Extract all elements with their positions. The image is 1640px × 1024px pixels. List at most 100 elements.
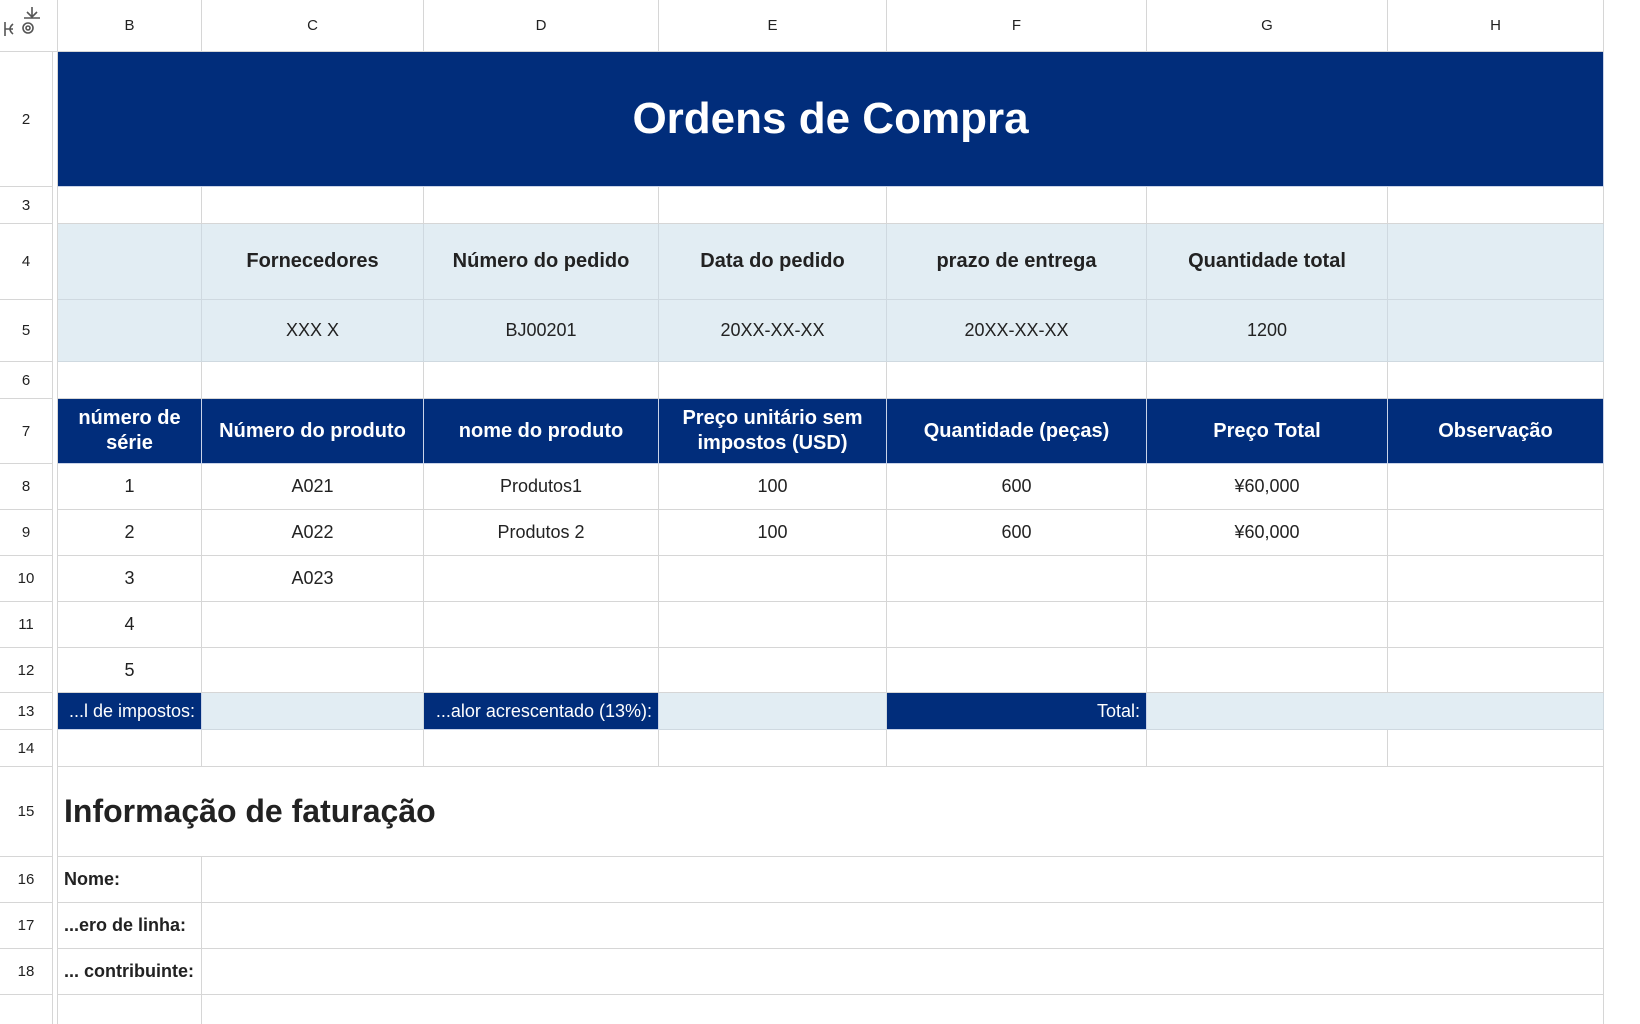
table-cell-product-number[interactable]: A021 [202,464,424,510]
table-cell-serial[interactable]: 5 [58,648,202,693]
column-header-e[interactable]: E [659,0,887,52]
row-header-9[interactable]: 9 [0,510,52,556]
summary-header-delivery-deadline[interactable]: prazo de entrega [887,224,1147,300]
column-header-c[interactable]: C [202,0,424,52]
summary-value-suppliers[interactable]: XXX X [202,300,424,362]
billing-taxpayer-label[interactable]: ... contribuinte: [58,949,202,995]
summary-header-suppliers[interactable]: Fornecedores [202,224,424,300]
cell-f14[interactable] [887,730,1147,767]
table-cell-unit-price[interactable] [659,648,887,693]
cell-d6[interactable] [424,362,659,399]
table-cell-product-number[interactable]: A022 [202,510,424,556]
row-header-2[interactable]: 2 [0,52,52,187]
summary-header-total-quantity[interactable]: Quantidade total [1147,224,1388,300]
row-header-10[interactable]: 10 [0,556,52,602]
tax-label[interactable]: ...l de impostos: [58,693,202,730]
cell-c3[interactable] [202,187,424,224]
billing-line-number-label[interactable]: ...ero de linha: [58,903,202,949]
row-header-17[interactable]: 17 [0,903,52,949]
table-cell-notes[interactable] [1388,464,1604,510]
table-cell-notes[interactable] [1388,556,1604,602]
table-cell-product-number[interactable]: A023 [202,556,424,602]
vat-label[interactable]: ...alor acrescentado (13%): [424,693,659,730]
table-cell-quantity[interactable] [887,556,1147,602]
select-all-corner[interactable] [0,0,58,52]
table-cell-unit-price[interactable]: 100 [659,464,887,510]
summary-header-order-date[interactable]: Data do pedido [659,224,887,300]
table-header-product-number[interactable]: Número do produto [202,399,424,464]
table-cell-unit-price[interactable] [659,556,887,602]
row-header-16[interactable]: 16 [0,857,52,903]
table-cell-notes[interactable] [1388,510,1604,556]
page-title[interactable]: Ordens de Compra [58,52,1604,187]
table-cell-unit-price[interactable]: 100 [659,510,887,556]
row-header-18[interactable]: 18 [0,949,52,995]
cell-h5[interactable] [1388,300,1604,362]
table-cell-serial[interactable]: 4 [58,602,202,648]
billing-name-value[interactable] [202,857,1604,903]
freeze-panes-icon[interactable] [2,4,42,44]
cell-h3[interactable] [1388,187,1604,224]
table-cell-quantity[interactable]: 600 [887,510,1147,556]
summary-value-order-number[interactable]: BJ00201 [424,300,659,362]
table-header-quantity[interactable]: Quantidade (peças) [887,399,1147,464]
summary-value-order-date[interactable]: 20XX-XX-XX [659,300,887,362]
vat-value[interactable] [659,693,887,730]
table-cell-notes[interactable] [1388,648,1604,693]
cell-h6[interactable] [1388,362,1604,399]
cell-d14[interactable] [424,730,659,767]
cell-b3[interactable] [58,187,202,224]
row-header-13[interactable]: 13 [0,693,52,730]
table-cell-product-name[interactable]: Produtos 2 [424,510,659,556]
column-header-d[interactable]: D [424,0,659,52]
cell-g3[interactable] [1147,187,1388,224]
table-header-total-price[interactable]: Preço Total [1147,399,1388,464]
table-cell-total-price[interactable] [1147,602,1388,648]
table-cell-quantity[interactable]: 600 [887,464,1147,510]
billing-taxpayer-value[interactable] [202,949,1604,995]
table-cell-unit-price[interactable] [659,602,887,648]
table-cell-serial[interactable]: 3 [58,556,202,602]
column-header-f[interactable]: F [887,0,1147,52]
billing-line-number-value[interactable] [202,903,1604,949]
row-header-14[interactable]: 14 [0,730,52,767]
cell-h14[interactable] [1388,730,1604,767]
row-header-11[interactable]: 11 [0,602,52,648]
billing-name-label[interactable]: Nome: [58,857,202,903]
table-cell-notes[interactable] [1388,602,1604,648]
cell-c6[interactable] [202,362,424,399]
table-cell-quantity[interactable] [887,602,1147,648]
row-header-4[interactable]: 4 [0,224,52,300]
cell-d3[interactable] [424,187,659,224]
tax-value[interactable] [202,693,424,730]
cell-e14[interactable] [659,730,887,767]
total-value[interactable] [1147,693,1604,730]
row-header-7[interactable]: 7 [0,399,52,464]
cell-g6[interactable] [1147,362,1388,399]
table-cell-product-name[interactable] [424,648,659,693]
table-cell-total-price[interactable] [1147,648,1388,693]
cell-b14[interactable] [58,730,202,767]
table-cell-total-price[interactable] [1147,556,1388,602]
table-header-serial-number[interactable]: número de série [58,399,202,464]
table-header-unit-price[interactable]: Preço unitário sem impostos (USD) [659,399,887,464]
summary-header-order-number[interactable]: Número do pedido [424,224,659,300]
table-cell-product-number[interactable] [202,648,424,693]
table-header-notes[interactable]: Observação [1388,399,1604,464]
table-cell-serial[interactable]: 2 [58,510,202,556]
cell-b5[interactable] [58,300,202,362]
cell-e6[interactable] [659,362,887,399]
table-cell-quantity[interactable] [887,648,1147,693]
column-header-g[interactable]: G [1147,0,1388,52]
summary-value-delivery-deadline[interactable]: 20XX-XX-XX [887,300,1147,362]
cell-b4[interactable] [58,224,202,300]
table-cell-total-price[interactable]: ¥60,000 [1147,510,1388,556]
row-header-12[interactable]: 12 [0,648,52,693]
cell-e3[interactable] [659,187,887,224]
cell-c14[interactable] [202,730,424,767]
table-cell-serial[interactable]: 1 [58,464,202,510]
summary-value-total-quantity[interactable]: 1200 [1147,300,1388,362]
row-header-3[interactable]: 3 [0,187,52,224]
cell-c19[interactable] [202,995,1604,1024]
row-header-5[interactable]: 5 [0,300,52,362]
